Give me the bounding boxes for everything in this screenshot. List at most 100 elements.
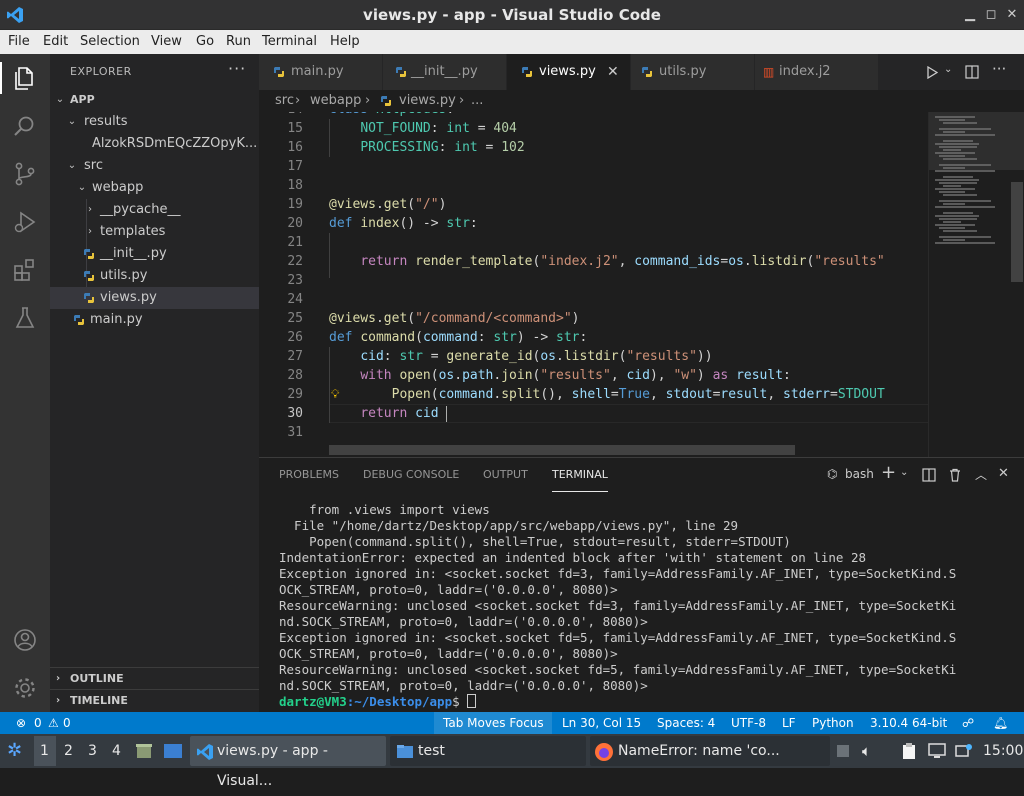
tab-problems[interactable]: PROBLEMS (279, 458, 339, 492)
code-text[interactable]: return render_template("index.j2", comma… (329, 252, 884, 271)
network-icon[interactable] (955, 743, 973, 759)
code-line[interactable]: 29 Popen(command.split(), shell=True, st… (259, 385, 929, 404)
maximize-panel-icon[interactable]: ︿ (975, 466, 987, 483)
tab-terminal[interactable]: TERMINAL (552, 458, 608, 492)
python-interpreter[interactable]: 3.10.4 64-bit (870, 712, 947, 734)
minimap[interactable] (928, 112, 1024, 457)
task-test-folder[interactable]: test (390, 736, 586, 766)
workspace-3[interactable]: 3 (88, 734, 97, 768)
breadcrumb-webapp[interactable]: webapp (310, 90, 361, 112)
close-tab-icon[interactable]: ✕ (607, 54, 619, 90)
tree-item-views-py[interactable]: views.py (50, 287, 259, 309)
code-text[interactable]: Popen(command.split(), shell=True, stdou… (329, 385, 885, 404)
extensions-icon[interactable] (11, 256, 39, 284)
code-line[interactable]: 14 class HttpCodes: (259, 112, 929, 119)
tab-output[interactable]: OUTPUT (483, 458, 528, 492)
breadcrumb-file[interactable]: views.py (399, 90, 456, 112)
trash-launcher-icon[interactable] (135, 743, 153, 759)
menu-terminal[interactable]: Terminal (262, 30, 317, 54)
minimize-icon[interactable]: ▁ (962, 7, 978, 23)
settings-gear-icon[interactable] (11, 674, 39, 702)
code-text[interactable]: return cid (329, 404, 438, 423)
code-line[interactable]: 31 (259, 423, 929, 442)
encoding[interactable]: UTF-8 (731, 712, 766, 734)
code-line[interactable]: 21 (259, 233, 929, 252)
breadcrumb-src[interactable]: src (275, 90, 294, 112)
indentation[interactable]: Spaces: 4 (657, 712, 715, 734)
code-line[interactable]: 18 (259, 176, 929, 195)
code-text[interactable]: @views.get("/command/<command>") (329, 309, 579, 328)
code-text[interactable]: def command(command: str) -> str: (329, 328, 587, 347)
tab-utils-py[interactable]: utils.py (631, 54, 755, 90)
code-text[interactable]: cid: str = generate_id(os.listdir("resul… (329, 347, 712, 366)
tray-window-icon[interactable] (836, 744, 850, 758)
clipboard-icon[interactable] (900, 742, 918, 760)
breadcrumb-symbol[interactable]: ... (471, 90, 483, 112)
explorer-icon[interactable] (11, 64, 39, 92)
search-icon[interactable] (11, 112, 39, 140)
tab-init-py[interactable]: __init__.py (383, 54, 507, 90)
timeline-section[interactable]: › TIMELINE (50, 689, 259, 711)
workspace-4[interactable]: 4 (112, 734, 121, 768)
menu-run[interactable]: Run (226, 30, 251, 54)
volume-icon[interactable]: 🔈︎ (862, 734, 871, 768)
code-line[interactable]: 19 @views.get("/") (259, 195, 929, 214)
code-line[interactable]: 27 cid: str = generate_id(os.listdir("re… (259, 347, 929, 366)
tab-debug-console[interactable]: DEBUG CONSOLE (363, 458, 459, 492)
chevron-down-icon[interactable]: ⌄ (900, 467, 908, 478)
explorer-more-actions-icon[interactable]: ··· (228, 59, 246, 78)
workspace-1[interactable]: 1 (40, 734, 49, 768)
code-line[interactable]: 24 (259, 290, 929, 309)
run-file-icon[interactable] (926, 66, 938, 79)
code-line[interactable]: 30 return cid (259, 404, 929, 423)
more-actions-icon[interactable]: ··· (992, 60, 1006, 78)
code-text[interactable]: class HttpCodes: (329, 112, 454, 119)
menu-selection[interactable]: Selection (80, 30, 140, 54)
code-line[interactable]: 22 return render_template("index.j2", co… (259, 252, 929, 271)
code-text[interactable]: @views.get("/") (329, 195, 446, 214)
tab-views-py[interactable]: views.py ✕ (507, 54, 631, 90)
task-firefox[interactable]: NameError: name 'co... (590, 736, 830, 766)
tree-root-app[interactable]: ⌄ APP (50, 89, 259, 111)
run-debug-icon[interactable] (11, 208, 39, 236)
tree-item-result-file[interactable]: AlzokRSDmEQcZZOpyK... (50, 133, 259, 155)
tree-item-init-py[interactable]: __init__.py (50, 243, 259, 265)
tab-moves-focus[interactable]: Tab Moves Focus (443, 712, 544, 734)
notifications-bell-icon[interactable]: 🔔︎ (993, 712, 1008, 734)
code-line[interactable]: 17 (259, 157, 929, 176)
code-text[interactable]: with open(os.path.join("results", cid), … (329, 366, 791, 385)
horizontal-scrollbar[interactable] (329, 445, 795, 455)
terminal-prompt[interactable]: dartz@VM3:~/Desktop/app$ (279, 694, 1004, 710)
accounts-icon[interactable] (11, 626, 39, 654)
clock[interactable]: 15:00 (983, 734, 1023, 768)
tree-item-src[interactable]: ⌄ src (50, 155, 259, 177)
workspace-2[interactable]: 2 (64, 734, 73, 768)
testing-icon[interactable] (11, 304, 39, 332)
code-line[interactable]: 25 @views.get("/command/<command>") (259, 309, 929, 328)
tab-main-py[interactable]: main.py (259, 54, 383, 90)
code-editor[interactable]: 14class HttpCodes:15 NOT_FOUND: int = 40… (259, 112, 1024, 457)
trash-icon[interactable] (948, 468, 962, 482)
code-line[interactable]: 20 def index() -> str: (259, 214, 929, 233)
line-ending[interactable]: LF (782, 712, 796, 734)
menu-file[interactable]: File (8, 30, 30, 54)
tree-item-results[interactable]: ⌄ results (50, 111, 259, 133)
split-terminal-icon[interactable] (922, 468, 936, 482)
code-line[interactable]: 16 PROCESSING: int = 102 (259, 138, 929, 157)
task-vscode[interactable]: views.py - app - Visual... (190, 736, 386, 789)
menu-go[interactable]: Go (196, 30, 214, 54)
tree-item-main-py[interactable]: main.py (50, 309, 259, 331)
start-menu-icon[interactable]: ✲ (7, 734, 22, 768)
display-icon[interactable] (928, 743, 946, 759)
vertical-scrollbar[interactable] (1011, 182, 1023, 282)
show-desktop-icon[interactable] (163, 743, 183, 759)
tab-index-j2[interactable]: ▥ index.j2 (755, 54, 879, 90)
outline-section[interactable]: › OUTLINE (50, 667, 259, 689)
code-line[interactable]: 23 (259, 271, 929, 290)
code-line[interactable]: 26 def command(command: str) -> str: (259, 328, 929, 347)
terminal-output[interactable]: from .views import views File "/home/dar… (279, 502, 1004, 710)
tree-item-utils-py[interactable]: utils.py (50, 265, 259, 287)
code-text[interactable]: PROCESSING: int = 102 (329, 138, 524, 157)
lightbulb-icon[interactable]: 💡︎ (331, 385, 339, 404)
new-terminal-icon[interactable]: + (881, 462, 896, 483)
